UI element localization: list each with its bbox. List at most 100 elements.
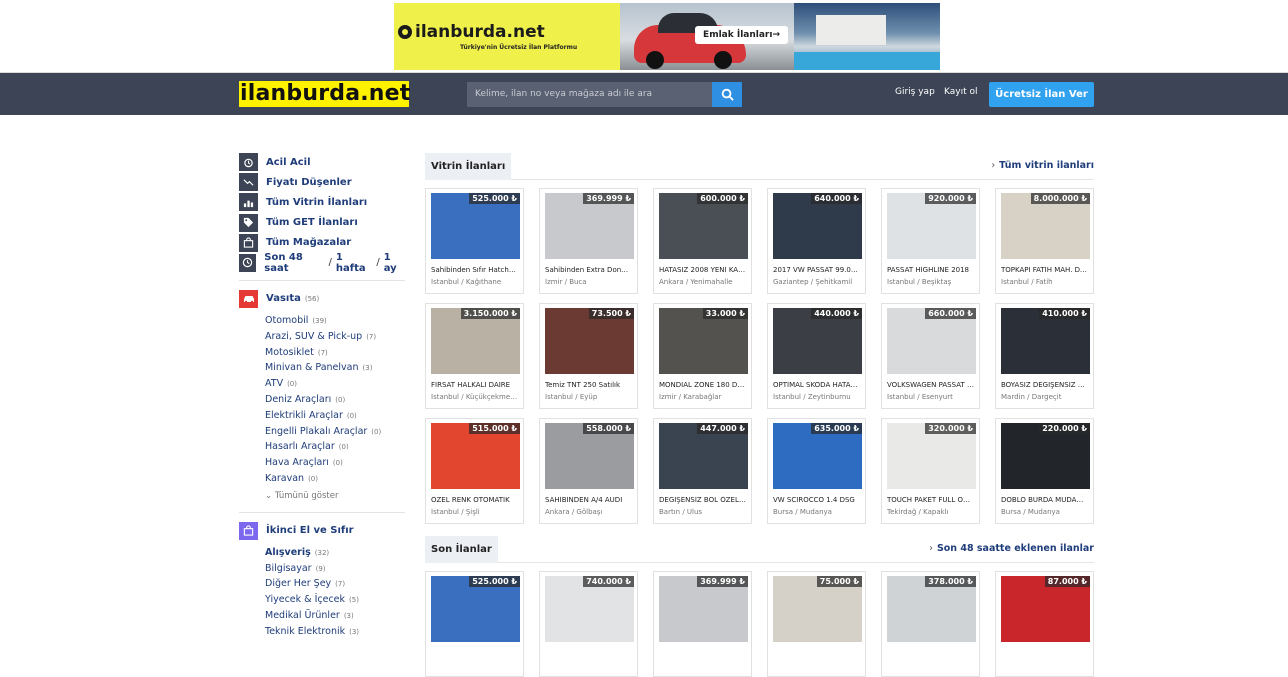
subcategory-item[interactable]: Motosiklet (7) (265, 345, 405, 361)
listing-card[interactable]: 558.000 ₺ SAHİBİNDEN A/4 AUDI Ankara / Göl… (539, 418, 638, 524)
listing-card[interactable]: 378.000 ₺ (881, 571, 980, 677)
listing-title[interactable]: ÖZEL RENK OTOMATİK (431, 496, 518, 504)
listing-thumbnail[interactable]: 740.000 ₺ (545, 576, 634, 642)
listing-thumbnail[interactable]: 33.000 ₺ (659, 308, 748, 374)
listing-title[interactable]: VOLKSWAGEN PASSAT 2016 (887, 381, 974, 389)
listing-thumbnail[interactable]: 73.500 ₺ (545, 308, 634, 374)
listing-thumbnail[interactable]: 447.000 ₺ (659, 423, 748, 489)
listing-title[interactable]: Temiz TNT 250 Satılık (545, 381, 632, 389)
subcategory-item[interactable]: Karavan (0) (265, 471, 405, 487)
listing-thumbnail[interactable]: 378.000 ₺ (887, 576, 976, 642)
listing-title[interactable]: Sahibinden Extra Donanım (545, 266, 632, 274)
subcategory-item[interactable]: Hava Araçları (0) (265, 455, 405, 471)
subcategory-item[interactable]: Arazi, SUV & Pick-up (7) (265, 329, 405, 345)
sidebar-item-acil[interactable]: Acil Acil (239, 152, 405, 172)
subcategory-item[interactable]: Alışveriş (32) (265, 545, 405, 561)
last-48h-link[interactable]: › Son 48 saatte eklenen ilanlar (929, 543, 1094, 554)
listing-thumbnail[interactable]: 635.000 ₺ (773, 423, 862, 489)
subcategory-item[interactable]: Teknik Elektronik (3) (265, 624, 405, 640)
subcategory-item[interactable]: Deniz Araçları (0) (265, 392, 405, 408)
listing-thumbnail[interactable]: 8.000.000 ₺ (1001, 193, 1090, 259)
section-tab[interactable]: Son İlanlar (425, 536, 498, 563)
subcategory-item[interactable]: ATV (0) (265, 376, 405, 392)
listing-thumbnail[interactable]: 525.000 ₺ (431, 193, 520, 259)
subcategory-item[interactable]: Medikal Ürünler (3) (265, 608, 405, 624)
search-button[interactable] (712, 82, 742, 107)
subcategory-item[interactable]: Otomobil (39) (265, 313, 405, 329)
listing-title[interactable]: PASSAT HİGHLİNE 2018 (887, 266, 974, 274)
listing-title[interactable]: VW SCIROCCO 1.4 DSG (773, 496, 860, 504)
listing-card[interactable]: 33.000 ₺ MONDIAL ZONE 180 DELUXE İzmir / K… (653, 303, 752, 409)
sidebar-item-showcase[interactable]: Tüm Vitrin İlanları (239, 192, 405, 212)
listing-card[interactable]: 440.000 ₺ OPTİMAL SKODA HATASIZ İstanbul /… (767, 303, 866, 409)
subcategory-item[interactable]: Elektrikli Araçlar (0) (265, 408, 405, 424)
listing-title[interactable]: FIRSAT HALKALI DAİRE (431, 381, 518, 389)
all-showcase-link[interactable]: › Tüm vitrin ilanları (991, 160, 1094, 171)
listing-thumbnail[interactable]: 3.150.000 ₺ (431, 308, 520, 374)
listing-thumbnail[interactable]: 410.000 ₺ (1001, 308, 1090, 374)
listing-thumbnail[interactable]: 440.000 ₺ (773, 308, 862, 374)
listing-card[interactable]: 640.000 ₺ 2017 VW PASSAT 99.000 KM Gaziant… (767, 188, 866, 294)
listing-title[interactable]: Sahibinden Sıfır Hatchback (431, 266, 518, 274)
signup-link[interactable]: Kayıt ol (944, 87, 977, 97)
listing-card[interactable]: 3.150.000 ₺ FIRSAT HALKALI DAİRE İstanbul … (425, 303, 524, 409)
listing-thumbnail[interactable]: 640.000 ₺ (773, 193, 862, 259)
listing-title[interactable]: TOUCH PAKET FULL ORJİNAL (887, 496, 974, 504)
time-filter-48h[interactable]: Son 48 saat (264, 252, 324, 274)
listing-title[interactable]: OPTİMAL SKODA HATASIZ (773, 381, 860, 389)
listing-title[interactable]: 2017 VW PASSAT 99.000 KM (773, 266, 860, 274)
subcategory-item[interactable]: Engelli Plakalı Araçlar (0) (265, 424, 405, 440)
listing-card[interactable]: 75.000 ₺ (767, 571, 866, 677)
listing-title[interactable]: SAHİBİNDEN A/4 AUDI (545, 496, 632, 504)
listing-thumbnail[interactable]: 515.000 ₺ (431, 423, 520, 489)
listing-title[interactable]: DOBLO BURDA MUDANYA (1001, 496, 1088, 504)
listing-card[interactable]: 369.999 ₺ (653, 571, 752, 677)
listing-card[interactable]: 660.000 ₺ VOLKSWAGEN PASSAT 2016 İstanbul … (881, 303, 980, 409)
listing-card[interactable]: 920.000 ₺ PASSAT HİGHLİNE 2018 İstanbul / … (881, 188, 980, 294)
sidebar-item-stores[interactable]: Tüm Mağazalar (239, 233, 405, 253)
time-filter-1-week[interactable]: 1 hafta (336, 252, 373, 274)
listing-card[interactable]: 320.000 ₺ TOUCH PAKET FULL ORJİNAL Tekirda… (881, 418, 980, 524)
listing-thumbnail[interactable]: 87.000 ₺ (1001, 576, 1090, 642)
category-vasita[interactable]: Vasıta (56) (239, 289, 405, 309)
subcategory-item[interactable]: Minivan & Panelvan (3) (265, 360, 405, 376)
subcategory-item[interactable]: Bilgisayar (9) (265, 561, 405, 577)
subcategory-item[interactable]: Hasarlı Araçlar (0) (265, 439, 405, 455)
listing-thumbnail[interactable]: 525.000 ₺ (431, 576, 520, 642)
category-ikinci-el[interactable]: İkinci El ve Sıfır (239, 521, 405, 541)
search-input[interactable]: Kelime, ilan no veya mağaza adı ile ara (467, 82, 713, 107)
listing-card[interactable]: 515.000 ₺ ÖZEL RENK OTOMATİK İstanbul / Şi… (425, 418, 524, 524)
subcategory-item[interactable]: Diğer Her Şey (7) (265, 576, 405, 592)
listing-card[interactable]: 600.000 ₺ HATASIZ 2008 YENİ KASA Ankara / … (653, 188, 752, 294)
listing-thumbnail[interactable]: 320.000 ₺ (887, 423, 976, 489)
post-free-ad-button[interactable]: Ücretsiz İlan Ver (989, 82, 1094, 107)
listing-thumbnail[interactable]: 369.999 ₺ (659, 576, 748, 642)
listing-card[interactable]: 525.000 ₺ Sahibinden Sıfır Hatchback İstan… (425, 188, 524, 294)
sidebar-item-price-drop[interactable]: Fiyatı Düşenler (239, 172, 405, 192)
listing-card[interactable]: 740.000 ₺ (539, 571, 638, 677)
time-filter-1-month[interactable]: 1 ay (384, 252, 405, 274)
site-logo[interactable]: ilanburda.net (239, 81, 410, 107)
listing-card[interactable]: 410.000 ₺ BOYASIZ DEĞİŞENSİZ OTOMOBİL Mard… (995, 303, 1094, 409)
sidebar-item-get[interactable]: Tüm GET İlanları (239, 213, 405, 233)
listing-card[interactable]: 369.999 ₺ Sahibinden Extra Donanım İzmir /… (539, 188, 638, 294)
listing-card[interactable]: 447.000 ₺ DEĞİŞENSİZ BOL ÖZELLİKLİ Bartın … (653, 418, 752, 524)
login-link[interactable]: Giriş yap (895, 87, 935, 97)
listing-title[interactable]: TOPKAPI FATİH MAH. DAİRE (1001, 266, 1088, 274)
listing-thumbnail[interactable]: 75.000 ₺ (773, 576, 862, 642)
subcategory-item[interactable]: Yiyecek & İçecek (5) (265, 592, 405, 608)
listing-card[interactable]: 73.500 ₺ Temiz TNT 250 Satılık İstanbul / … (539, 303, 638, 409)
listing-title[interactable]: HATASIZ 2008 YENİ KASA (659, 266, 746, 274)
show-all-link[interactable]: ⌄ Tümünü göster (265, 491, 405, 505)
listing-title[interactable]: MONDIAL ZONE 180 DELUXE (659, 381, 746, 389)
listing-card[interactable]: 525.000 ₺ (425, 571, 524, 677)
section-tab[interactable]: Vitrin İlanları (425, 153, 512, 180)
banner-emlak-button[interactable]: Emlak İlanları→ (695, 26, 788, 44)
listing-thumbnail[interactable]: 660.000 ₺ (887, 308, 976, 374)
listing-title[interactable]: BOYASIZ DEĞİŞENSİZ OTOMOBİL (1001, 381, 1088, 389)
listing-thumbnail[interactable]: 920.000 ₺ (887, 193, 976, 259)
listing-card[interactable]: 87.000 ₺ (995, 571, 1094, 677)
listing-thumbnail[interactable]: 600.000 ₺ (659, 193, 748, 259)
ad-banner[interactable]: ilanburda.net Türkiye'nin Ücretsiz İlan … (394, 3, 940, 70)
listing-card[interactable]: 8.000.000 ₺ TOPKAPI FATİH MAH. DAİRE İstan… (995, 188, 1094, 294)
